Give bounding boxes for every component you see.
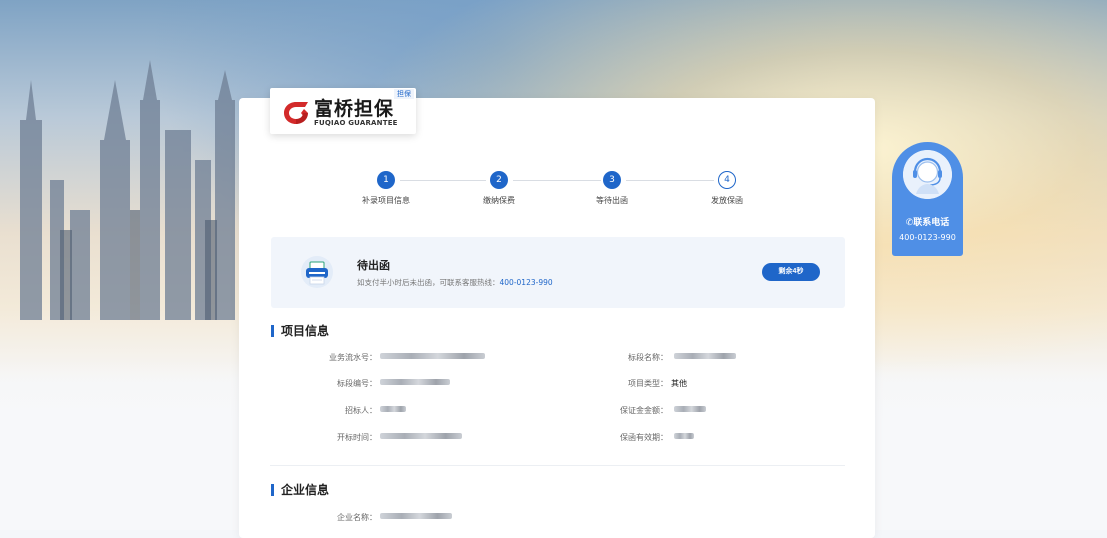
contact-widget[interactable]: ✆联系电话 400-0123-990: [892, 142, 963, 256]
redacted-value: [380, 406, 406, 412]
brand-logo: 担保 富桥担保 FUQIAO GUARANTEE: [270, 88, 416, 134]
field-label: 保函有效期：: [620, 433, 668, 442]
printer-icon: [301, 256, 333, 288]
field-label: 标段编号：: [337, 379, 377, 388]
step-label: 等待出函: [596, 196, 628, 205]
redacted-value: [380, 353, 485, 359]
status-desc-text: 如支付半小时后未出函，可联系客服热线：: [357, 278, 500, 287]
brand-name-cn: 富桥担保: [314, 98, 395, 120]
field-label: 保证金金额：: [620, 406, 668, 415]
brand-name-en: FUQIAO GUARANTEE: [314, 119, 398, 127]
field-label: 招标人：: [345, 406, 377, 415]
status-title: 待出函: [357, 259, 390, 272]
step-number: 3: [603, 171, 621, 189]
step-4: 4 发放保函: [677, 171, 777, 206]
section-title-project: 项目信息: [271, 325, 329, 337]
redacted-value: [380, 379, 450, 385]
field-label: 企业名称：: [337, 513, 377, 522]
progress-steps: 1 补录项目信息 2 缴纳保费 3 等待出函 4 发放保函: [329, 171, 789, 211]
redacted-value: [380, 433, 462, 439]
city-skyline-illustration: [20, 60, 260, 320]
section-divider: [270, 465, 845, 466]
redacted-value: [674, 433, 694, 439]
status-panel: 待出函 如支付半小时后未出函，可联系客服热线：400-0123-990 剩余4秒: [271, 237, 845, 308]
step-number: 1: [377, 171, 395, 189]
main-card: [239, 98, 875, 538]
step-number: 4: [718, 171, 736, 189]
step-number: 2: [490, 171, 508, 189]
field-value-project-type: 其他: [671, 379, 687, 388]
field-label: 业务流水号：: [329, 353, 377, 362]
step-label: 补录项目信息: [362, 196, 410, 205]
step-label: 发放保函: [711, 196, 743, 205]
step-1: 1 补录项目信息: [336, 171, 436, 206]
logo-tag: 担保: [394, 89, 414, 99]
contact-label: ✆联系电话: [905, 218, 950, 228]
step-label: 缴纳保费: [483, 196, 515, 205]
field-label: 开标时间：: [337, 433, 377, 442]
step-2: 2 缴纳保费: [449, 171, 549, 206]
logo-mark-icon: [284, 102, 308, 124]
step-3: 3 等待出函: [562, 171, 662, 206]
customer-service-icon: [903, 150, 952, 199]
field-label: 标段名称：: [628, 353, 668, 362]
contact-phone[interactable]: 400-0123-990: [892, 233, 963, 242]
countdown-button[interactable]: 剩余4秒: [762, 263, 820, 281]
redacted-value: [674, 406, 706, 412]
redacted-value: [380, 513, 452, 519]
field-label: 项目类型：: [628, 379, 668, 388]
status-description: 如支付半小时后未出函，可联系客服热线：400-0123-990: [357, 277, 553, 288]
status-hotline[interactable]: 400-0123-990: [500, 278, 553, 287]
redacted-value: [674, 353, 736, 359]
section-title-company: 企业信息: [271, 484, 329, 496]
